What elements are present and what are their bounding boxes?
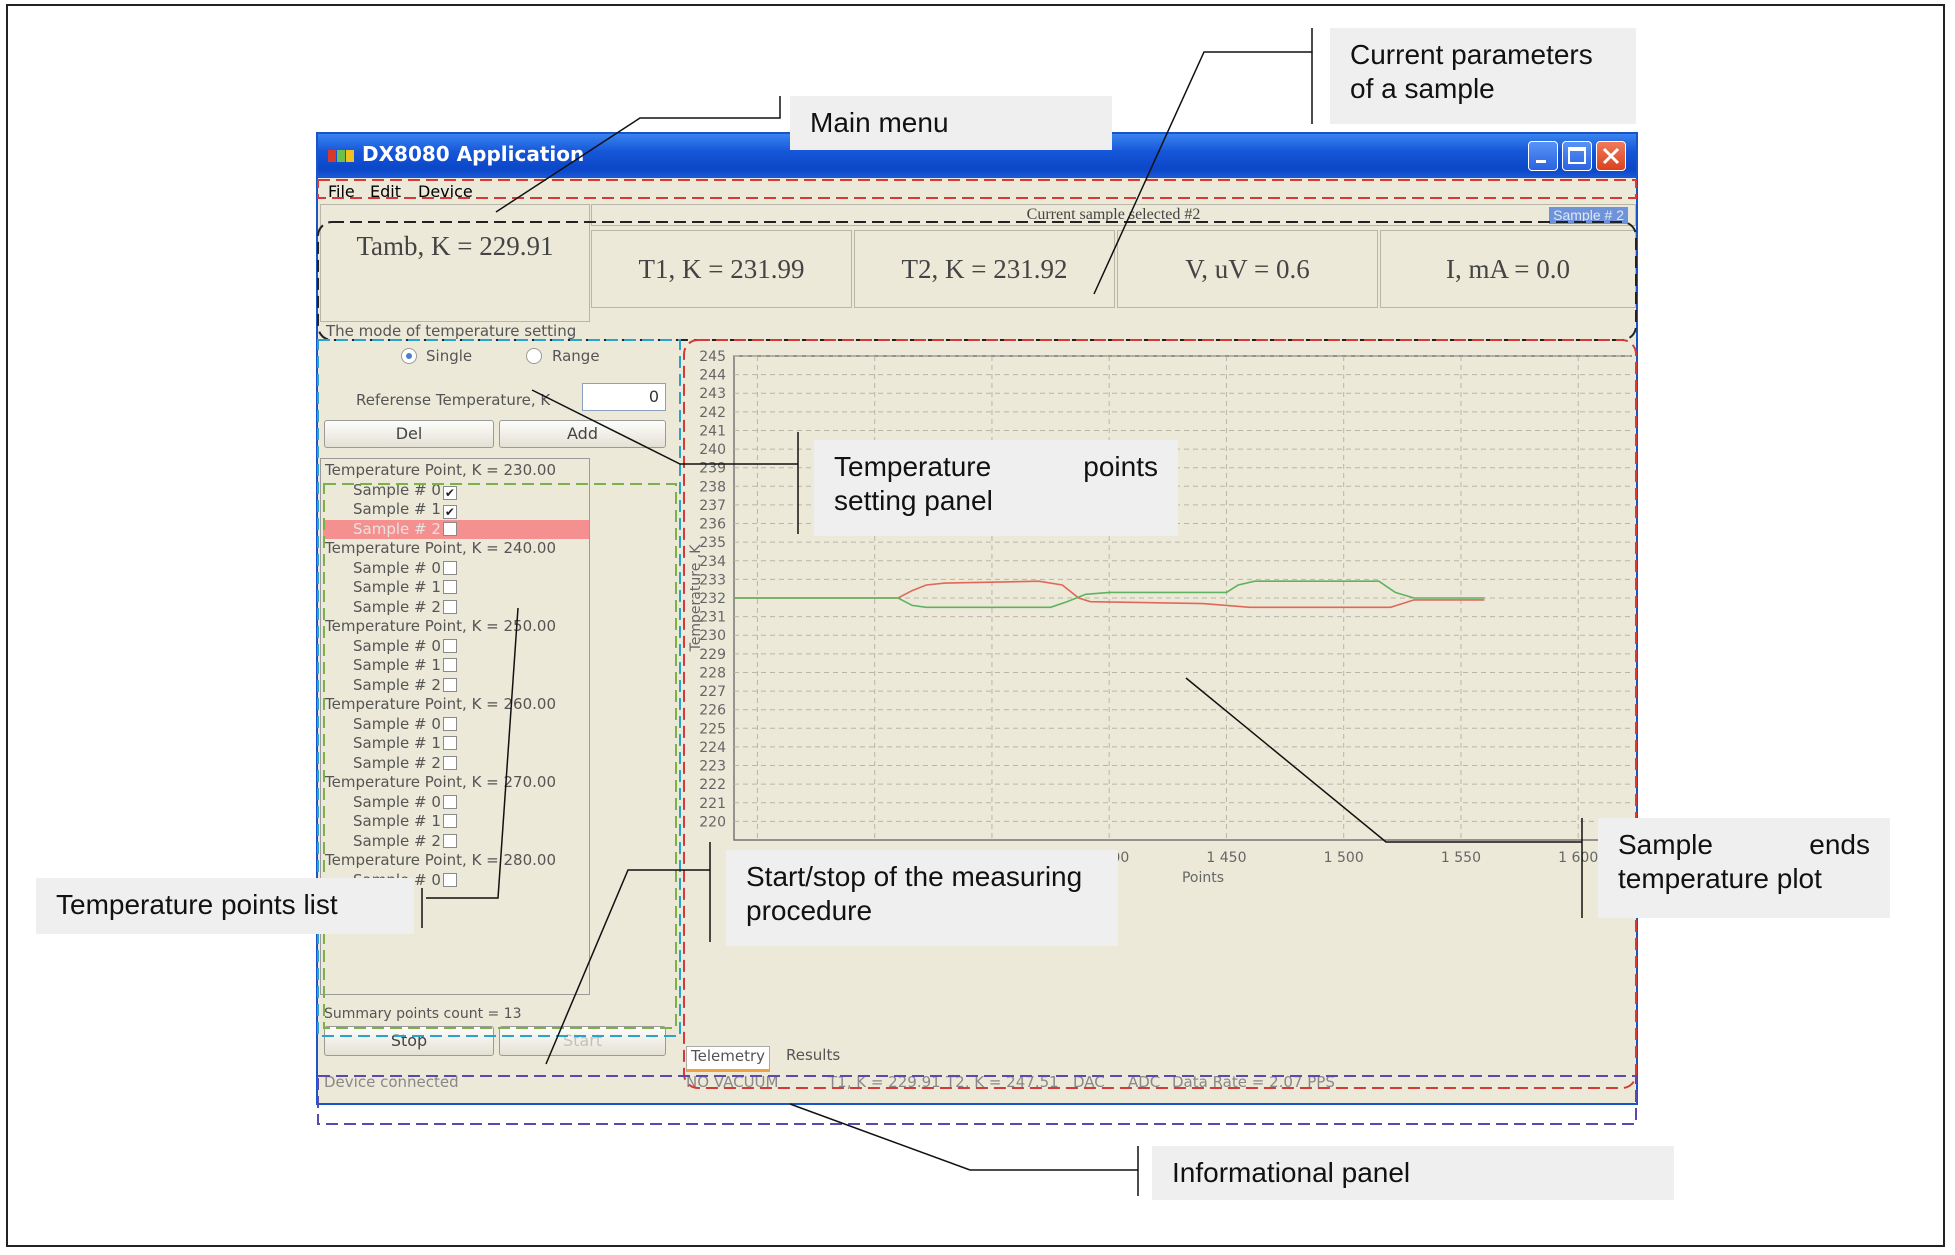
- callout-informational-panel: Informational panel: [1152, 1146, 1674, 1200]
- callout-current-parameters: Current parameters of a sample: [1330, 28, 1636, 124]
- list-leader: [426, 607, 519, 899]
- startstop-leader: [545, 869, 710, 1065]
- main-menu-leader: [495, 96, 781, 213]
- callout-start-stop: Start/stop of the measuring procedure: [726, 850, 1118, 946]
- callout-main-menu: Main menu: [790, 96, 1112, 150]
- list-region-outline: [323, 483, 677, 1029]
- plot-leader: [1185, 677, 1582, 843]
- info-region-outline: [317, 1075, 1637, 1125]
- callout-plot: Sample ends temperature plot: [1598, 818, 1890, 918]
- callout-setting-panel: Temperature points setting panel: [814, 440, 1178, 536]
- info-leader: [789, 1103, 1138, 1171]
- callout-points-list: Temperature points list: [36, 878, 414, 934]
- setting-leader: [531, 389, 798, 465]
- params-region-outline: [317, 221, 1637, 341]
- annotation-overlay: [317, 28, 1637, 1196]
- menu-region-outline: [317, 179, 1637, 199]
- params-leader: [1093, 28, 1313, 295]
